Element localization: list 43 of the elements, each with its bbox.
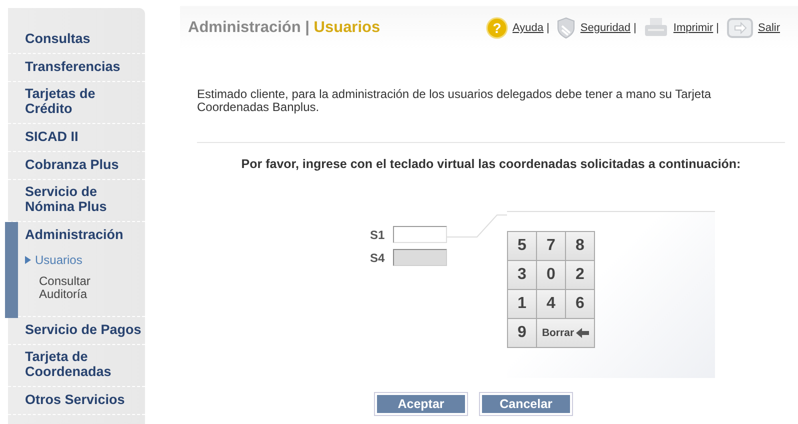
link-separator: | [634,22,636,34]
shield-icon[interactable] [557,17,576,39]
form-button[interactable]: Cancelar [480,393,572,415]
header-link[interactable]: Ayuda [512,22,544,34]
form-button[interactable]: Aceptar [375,393,467,415]
link-separator: | [546,22,550,34]
menu-item[interactable]: Servicio de Pagos [25,322,143,337]
keypad-key[interactable]: 1 [508,290,536,318]
keypad-key[interactable]: 8 [566,232,594,260]
menu-item[interactable]: Tarjeta de Coordenadas [25,349,143,379]
menu-item[interactable]: Servicio de Nómina Plus [25,184,143,214]
header-link[interactable]: Seguridad [580,22,631,34]
menu-item[interactable]: Tarjetas de Crédito [25,86,143,116]
keypad-key[interactable]: 3 [508,261,536,289]
menu-item[interactable]: Cobranza Plus [25,157,143,172]
menu-item[interactable]: Administración [25,227,143,242]
erase-key[interactable]: Borrar [537,319,594,347]
coordinate-field[interactable] [393,226,447,243]
intro-text: Estimado cliente, para la administración de los usuarios delegados debe tener a mano su Tarjeta Coordenadas Banplus. [197,88,712,114]
keypad-key[interactable]: 7 [537,232,565,260]
keypad-key[interactable]: 4 [537,290,565,318]
instruction-text: Por favor, ingrese con el teclado virtual las coordenadas solicitadas a continuación: [240,157,742,171]
menu-item[interactable]: SICAD II [25,129,143,144]
menu-item[interactable]: Consultas [25,31,143,46]
printer-icon[interactable] [644,17,668,39]
coordinate-label: S4 [370,250,386,264]
triangle-icon [25,256,31,264]
exit-icon[interactable] [726,18,753,38]
link-separator: | [716,22,719,34]
coordinate-label: S1 [370,228,386,242]
keypad-key[interactable]: 5 [508,232,536,260]
keypad-key[interactable]: 2 [566,261,594,289]
menu-item[interactable]: Otros Servicios [25,392,143,407]
keypad-key[interactable]: 9 [508,319,536,347]
submenu-item[interactable]: Usuarios [25,254,105,267]
keypad-key[interactable]: 6 [566,290,594,318]
left-arrow-icon [576,328,590,338]
submenu-item[interactable]: Consultar Auditoría [25,275,105,301]
keypad-key[interactable]: 0 [537,261,565,289]
header-link[interactable]: Imprimir [673,22,714,34]
header-link[interactable]: Salir [758,22,780,34]
page-title: Administración | Usuarios [188,19,380,37]
menu-item[interactable]: Transferencias [25,59,143,74]
